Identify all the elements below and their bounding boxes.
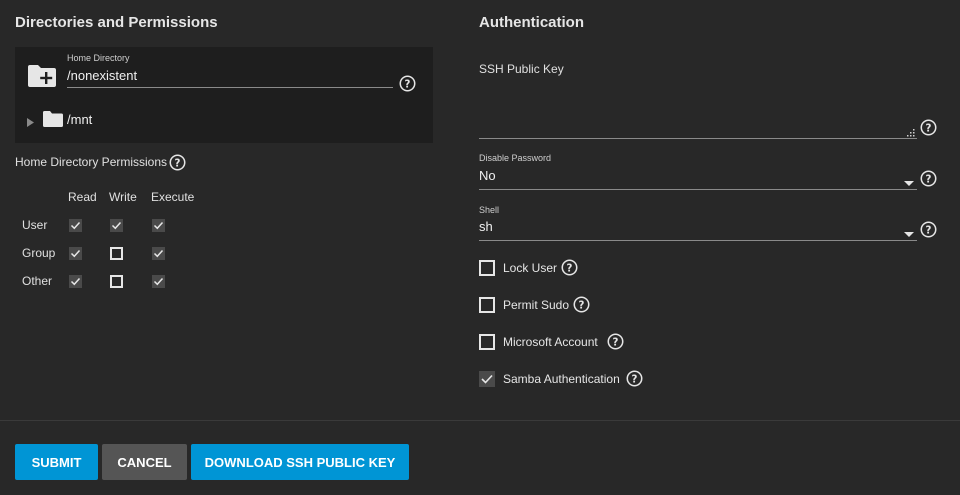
perm-checkbox-user-execute[interactable] [152,219,165,232]
footer-divider [0,420,960,421]
home-directory-input[interactable]: /nonexistent [67,68,392,83]
samba-authentication-label: Samba Authentication [503,372,620,386]
home-directory-label: Home Directory [67,53,130,63]
download-ssh-key-button[interactable]: DOWNLOAD SSH PUBLIC KEY [191,444,409,480]
perm-checkbox-group-execute[interactable] [152,247,165,260]
ssh-key-textarea[interactable] [479,80,917,138]
microsoft-account-checkbox[interactable] [479,334,495,350]
column-read: Read [68,190,97,204]
help-icon[interactable]: ? [920,221,937,238]
shell-label: Shell [479,205,500,215]
samba-authentication-checkbox[interactable] [479,371,495,387]
row-label-user: User [22,218,48,232]
svg-text:?: ? [567,263,573,274]
section-title-directories: Directories and Permissions [15,14,218,31]
microsoft-account-label: Microsoft Account [503,335,598,349]
help-icon[interactable]: ? [607,333,624,350]
svg-text:?: ? [632,374,638,385]
svg-text:?: ? [926,174,932,185]
svg-text:?: ? [613,337,619,348]
perm-checkbox-user-read[interactable] [69,219,82,232]
home-directory-panel: Home Directory /nonexistent ? /mnt [15,47,433,143]
svg-text:?: ? [579,300,585,311]
lock-user-checkbox[interactable] [479,260,495,276]
row-label-other: Other [22,274,53,288]
disable-password-select[interactable]: No [479,168,899,183]
perm-checkbox-other-read[interactable] [69,275,82,288]
perm-checkbox-group-read[interactable] [69,247,82,260]
svg-text:?: ? [175,158,181,169]
ssh-key-label: SSH Public Key [479,62,564,76]
permit-sudo-checkbox[interactable] [479,297,495,313]
help-icon[interactable]: ? [626,370,643,387]
disable-password-label: Disable Password [479,153,552,163]
folder-icon [42,110,64,133]
perm-checkbox-other-write[interactable] [110,275,123,288]
column-write: Write [109,190,137,204]
ssh-key-underline [479,138,917,139]
perm-checkbox-other-execute[interactable] [152,275,165,288]
submit-button[interactable]: SUBMIT [15,444,98,480]
expand-triangle-icon[interactable] [27,114,35,132]
section-title-authentication: Authentication [479,14,584,31]
column-execute: Execute [151,190,195,204]
help-icon[interactable]: ? [920,170,937,187]
lock-user-label: Lock User [503,261,558,275]
disable-password-underline [479,189,917,190]
permit-sudo-label: Permit Sudo [503,298,570,312]
perm-checkbox-group-write[interactable] [110,247,123,260]
cancel-button[interactable]: CANCEL [102,444,187,480]
shell-underline [479,240,917,241]
svg-text:?: ? [405,79,411,90]
tree-item-mnt[interactable]: /mnt [67,112,92,127]
home-directory-underline [67,87,393,88]
help-icon[interactable]: ? [573,296,590,313]
folder-plus-icon[interactable] [26,63,58,94]
help-icon[interactable]: ? [561,259,578,276]
help-icon[interactable]: ? [169,154,186,171]
shell-select[interactable]: sh [479,219,899,234]
help-icon[interactable]: ? [920,119,937,136]
perm-checkbox-user-write[interactable] [110,219,123,232]
svg-text:?: ? [926,123,932,134]
help-icon[interactable]: ? [399,75,416,92]
permissions-title: Home Directory Permissions [15,155,168,169]
svg-text:?: ? [926,225,932,236]
row-label-group: Group [22,246,56,260]
resize-handle-icon[interactable] [906,124,915,142]
